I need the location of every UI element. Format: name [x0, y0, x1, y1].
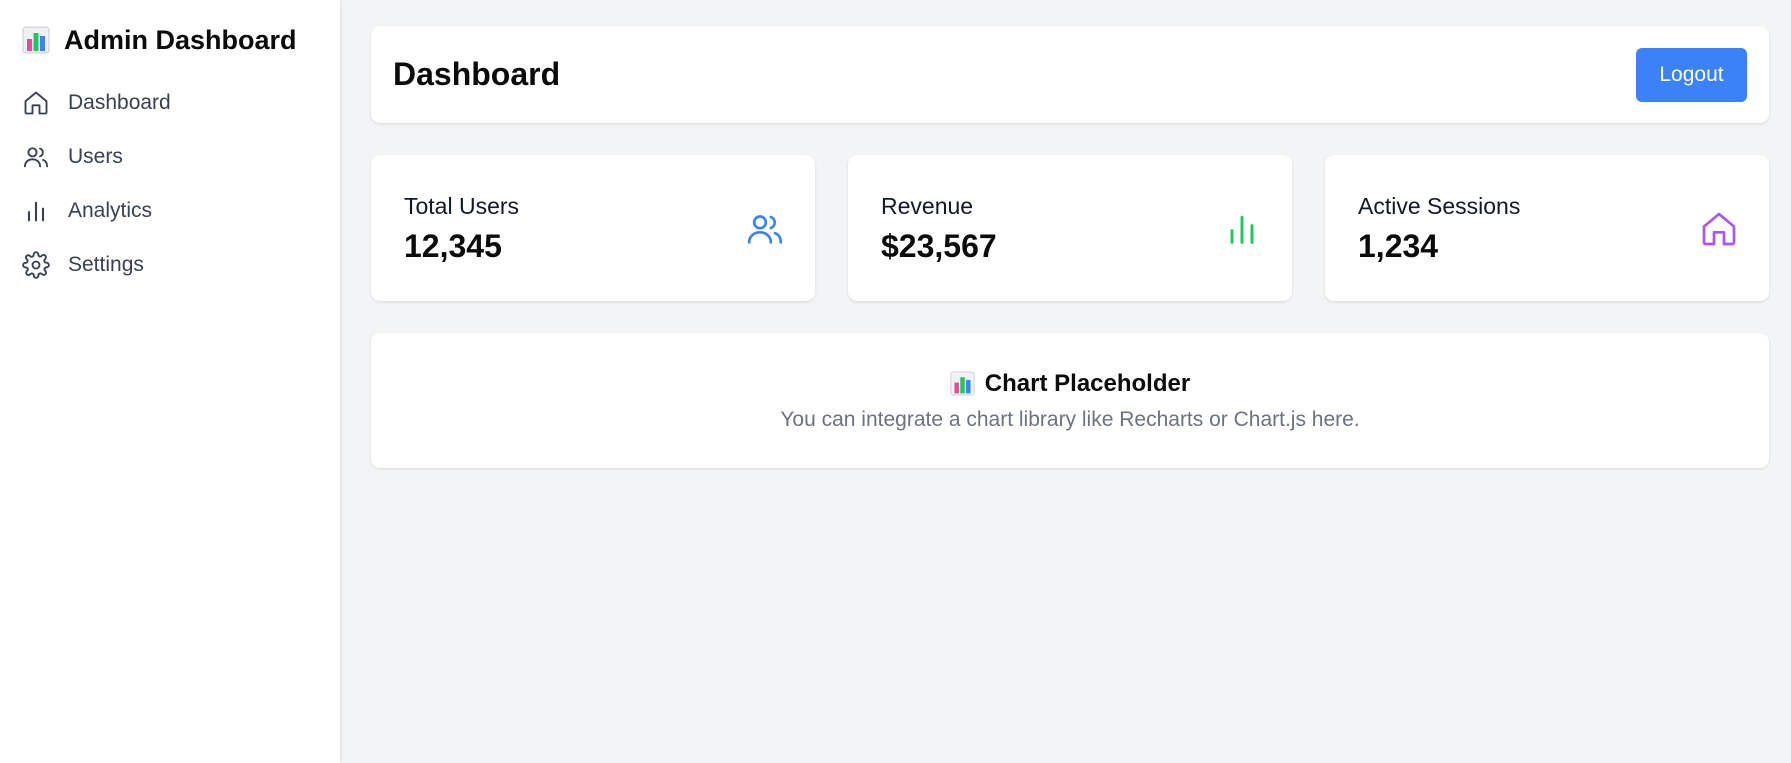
sidebar-nav: Dashboard Users Analytics Settings: [22, 76, 340, 292]
chart-placeholder-description: You can integrate a chart library like R…: [780, 407, 1360, 431]
sidebar-item-label: Analytics: [68, 199, 153, 222]
page-header: Dashboard Logout: [371, 26, 1769, 123]
stat-card-revenue: Revenue $23,567: [848, 155, 1292, 301]
chart-placeholder-card: Chart Placeholder You can integrate a ch…: [371, 333, 1769, 468]
stat-value: 1,234: [1358, 228, 1439, 264]
sidebar-item-label: Users: [68, 145, 123, 168]
home-icon: [22, 89, 50, 117]
main-content: Dashboard Logout Total Users 12,345 Reve…: [340, 0, 1791, 763]
sidebar-item-dashboard[interactable]: Dashboard: [22, 76, 340, 130]
stat-card-active-sessions: Active Sessions 1,234: [1325, 155, 1769, 301]
brand: Admin Dashboard: [22, 20, 340, 60]
users-icon: [745, 209, 785, 249]
bar-chart-emoji-icon: [950, 371, 975, 396]
sidebar-item-label: Dashboard: [68, 91, 171, 114]
stat-value: $23,567: [881, 228, 997, 264]
stat-label: Active Sessions: [1358, 193, 1521, 219]
app-root: Admin Dashboard Dashboard Users Analytic…: [0, 0, 1791, 763]
sidebar-item-users[interactable]: Users: [22, 130, 340, 184]
gear-icon: [22, 251, 50, 279]
home-icon: [1699, 209, 1739, 249]
users-icon: [22, 143, 50, 171]
page-title: Dashboard: [393, 56, 561, 92]
stat-label: Revenue: [881, 193, 974, 219]
stat-value: 12,345: [404, 228, 502, 264]
bar-chart-icon: [1222, 209, 1262, 249]
sidebar-item-analytics[interactable]: Analytics: [22, 184, 340, 238]
sidebar-item-label: Settings: [68, 253, 144, 276]
stat-card-total-users: Total Users 12,345: [371, 155, 815, 301]
stat-label: Total Users: [404, 193, 520, 219]
stats-row: Total Users 12,345 Revenue $23,567 Activ…: [371, 155, 1769, 301]
bar-chart-emoji-icon: [22, 26, 50, 54]
logout-button[interactable]: Logout: [1636, 47, 1747, 102]
chart-placeholder-title: Chart Placeholder: [984, 369, 1191, 397]
brand-title: Admin Dashboard: [64, 24, 297, 55]
bar-chart-icon: [22, 197, 50, 225]
sidebar-item-settings[interactable]: Settings: [22, 238, 340, 292]
chart-title-row: Chart Placeholder: [950, 370, 1190, 398]
sidebar: Admin Dashboard Dashboard Users Analytic…: [0, 0, 340, 763]
